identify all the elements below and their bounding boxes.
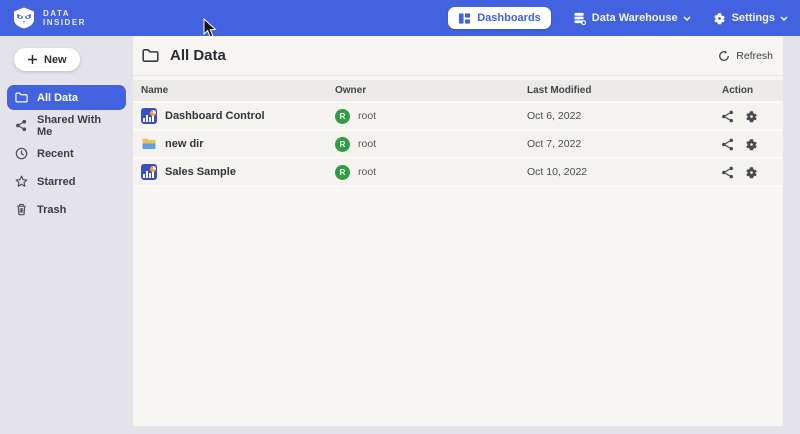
file-name: Sales Sample: [165, 166, 236, 178]
table-row[interactable]: Dashboard Control R root Oct 6, 2022: [133, 103, 783, 131]
name-cell: Sales Sample: [141, 164, 335, 180]
dashboards-button[interactable]: Dashboards: [448, 7, 551, 29]
share-icon: [721, 138, 734, 151]
row-settings-button[interactable]: [745, 138, 758, 151]
sidebar-item-label: Trash: [37, 204, 66, 216]
plus-icon: [27, 54, 38, 65]
gear-icon: [745, 166, 758, 179]
owner-avatar: R: [335, 109, 350, 124]
column-header-modified: Last Modified: [527, 85, 713, 96]
page-title: All Data: [170, 47, 226, 64]
star-icon: [15, 175, 28, 188]
last-modified: Oct 10, 2022: [527, 166, 713, 178]
row-settings-button[interactable]: [745, 166, 758, 179]
clock-icon: [15, 147, 28, 160]
owner-name: root: [358, 166, 376, 178]
sidebar-item-label: Shared With Me: [37, 114, 118, 138]
chevron-down-icon: [780, 16, 788, 21]
sidebar-item-label: All Data: [37, 92, 78, 104]
header-nav: Dashboards Data Warehouse Set: [448, 7, 788, 29]
owl-logo-icon: [12, 6, 36, 30]
column-header-action: Action: [713, 85, 753, 96]
share-icon: [721, 166, 734, 179]
row-settings-button[interactable]: [745, 110, 758, 123]
sidebar-item-starred[interactable]: Starred: [7, 169, 126, 194]
brand-logo: DATA INSIDER: [12, 6, 86, 30]
action-cell: [713, 110, 758, 123]
sidebar-item-trash[interactable]: Trash: [7, 197, 126, 222]
new-button-label: New: [44, 54, 67, 66]
share-people-icon: [15, 119, 28, 132]
owner-name: root: [358, 138, 376, 150]
settings-menu[interactable]: Settings: [713, 12, 788, 25]
dashboard-file-icon: [141, 108, 157, 124]
refresh-label: Refresh: [736, 50, 773, 62]
sidebar-item-label: Recent: [37, 148, 74, 160]
file-name: Dashboard Control: [165, 110, 265, 122]
name-cell: Dashboard Control: [141, 108, 335, 124]
file-name: new dir: [165, 138, 204, 150]
name-cell: new dir: [141, 136, 335, 152]
sidebar-list: All Data Shared With Me Recent: [0, 85, 133, 222]
chevron-down-icon: [683, 16, 691, 21]
owner-cell: R root: [335, 109, 527, 124]
share-icon: [721, 110, 734, 123]
owner-name: root: [358, 110, 376, 122]
last-modified: Oct 7, 2022: [527, 138, 713, 150]
share-button[interactable]: [721, 166, 734, 179]
title-bar: All Data Refresh: [133, 36, 783, 76]
dashboards-label: Dashboards: [477, 12, 541, 24]
share-button[interactable]: [721, 110, 734, 123]
brand-line1: DATA: [43, 9, 86, 18]
database-icon: [573, 12, 586, 25]
settings-label: Settings: [732, 12, 775, 24]
sidebar-item-shared-with-me[interactable]: Shared With Me: [7, 113, 126, 138]
brand-line2: INSIDER: [43, 18, 86, 27]
owner-cell: R root: [335, 137, 527, 152]
action-cell: [713, 138, 758, 151]
gear-icon: [745, 110, 758, 123]
sidebar-item-recent[interactable]: Recent: [7, 141, 126, 166]
last-modified: Oct 6, 2022: [527, 110, 713, 122]
gear-icon: [713, 12, 726, 25]
trash-icon: [15, 203, 28, 216]
gear-icon: [745, 138, 758, 151]
table-row[interactable]: new dir R root Oct 7, 2022: [133, 131, 783, 159]
refresh-icon: [718, 50, 730, 62]
main-content: All Data Refresh Name Owner Last Modifie…: [133, 36, 783, 426]
sidebar-item-all-data[interactable]: All Data: [7, 85, 126, 110]
folder-icon: [15, 91, 28, 104]
owner-avatar: R: [335, 137, 350, 152]
data-warehouse-menu[interactable]: Data Warehouse: [573, 12, 691, 25]
owner-cell: R root: [335, 165, 527, 180]
sidebar-item-label: Starred: [37, 176, 76, 188]
action-cell: [713, 166, 758, 179]
owner-avatar: R: [335, 165, 350, 180]
table-header: Name Owner Last Modified Action: [133, 80, 783, 103]
share-button[interactable]: [721, 138, 734, 151]
table-row[interactable]: Sales Sample R root Oct 10, 2022: [133, 159, 783, 187]
folder-icon: [142, 48, 159, 63]
refresh-button[interactable]: Refresh: [718, 50, 773, 62]
sidebar: New All Data Shared With Me: [0, 36, 133, 434]
new-button[interactable]: New: [14, 48, 80, 71]
dashboard-file-icon: [141, 164, 157, 180]
app-header: DATA INSIDER Dashboards: [0, 0, 800, 36]
data-warehouse-label: Data Warehouse: [592, 12, 678, 24]
column-header-name: Name: [141, 85, 335, 96]
folder-file-icon: [141, 136, 157, 152]
dashboard-grid-icon: [458, 12, 471, 25]
column-header-owner: Owner: [335, 85, 527, 96]
